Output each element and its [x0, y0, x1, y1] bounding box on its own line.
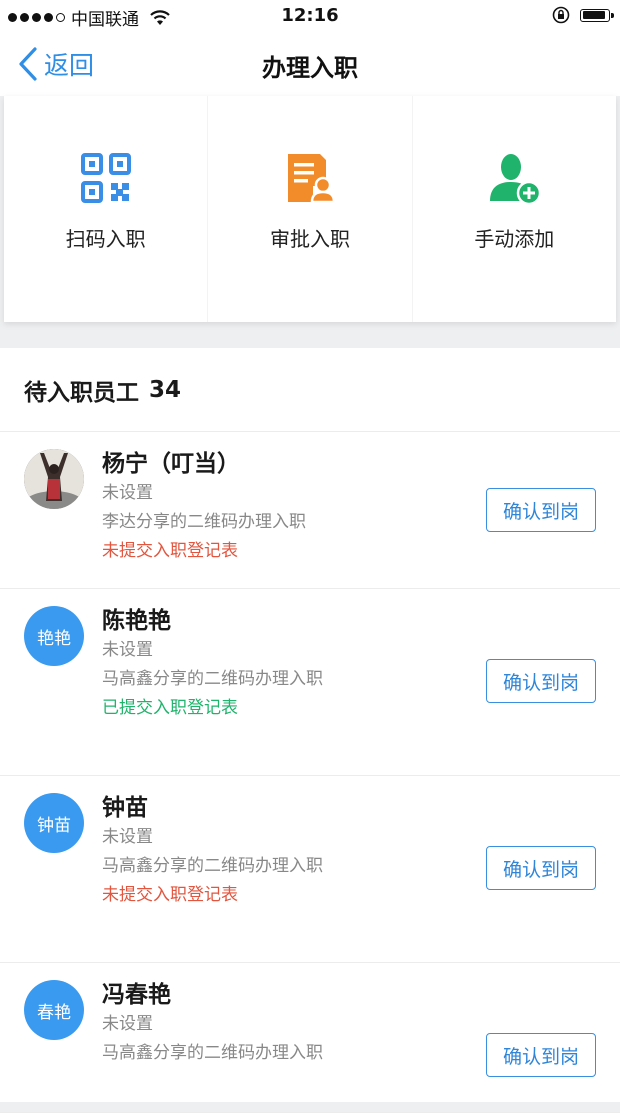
pending-count: 34	[149, 376, 182, 403]
avatar-photo	[24, 449, 84, 509]
manual-add-label: 手动添加	[474, 227, 555, 251]
employee-department: 未设置	[102, 483, 153, 503]
orientation-lock-icon	[552, 6, 570, 24]
employee-source: 李达分享的二维码办理入职	[102, 512, 306, 532]
scan-onboard-label: 扫码入职	[65, 227, 146, 251]
confirm-arrival-button[interactable]: 确认到岗	[486, 846, 596, 890]
list-item[interactable]: 钟苗 钟苗 未设置 马高鑫分享的二维码办理入职 未提交入职登记表 确认到岗	[0, 776, 620, 963]
employee-source: 马高鑫分享的二维码办理入职	[102, 1043, 323, 1063]
battery-icon	[580, 8, 614, 22]
employee-name: 冯春艳	[102, 982, 171, 1008]
navigation-bar: 返回 办理入职	[0, 32, 620, 96]
employee-department: 未设置	[102, 640, 153, 660]
approval-onboard-button[interactable]: 审批入职	[207, 96, 411, 322]
employee-department: 未设置	[102, 827, 153, 847]
employee-info: 钟苗 未设置 马高鑫分享的二维码办理入职 未提交入职登记表	[102, 793, 352, 910]
list-header: 待入职员工 34	[0, 348, 620, 432]
confirm-arrival-button[interactable]: 确认到岗	[486, 488, 596, 532]
list-header-label: 待入职员工	[24, 379, 139, 406]
onboarding-actions: 扫码入职 审批入职 手动添加	[4, 96, 616, 322]
avatar	[24, 449, 84, 509]
avatar: 钟苗	[24, 793, 84, 853]
approval-document-icon	[287, 154, 336, 204]
registration-status: 未提交入职登记表	[102, 541, 238, 561]
pending-employee-list: 待入职员工 34 杨宁（叮当） 未设置 李达分享的二维码办理入职 未提交入职登记…	[0, 348, 620, 1113]
confirm-arrival-button[interactable]: 确认到岗	[486, 1033, 596, 1077]
avatar: 艳艳	[24, 606, 84, 666]
registration-status: 已提交入职登记表	[102, 698, 238, 718]
avatar: 春艳	[24, 980, 84, 1040]
list-item[interactable]: 艳艳 陈艳艳 未设置 马高鑫分享的二维码办理入职 已提交入职登记表 确认到岗	[0, 589, 620, 776]
employee-name: 杨宁（叮当）	[102, 451, 240, 477]
manual-add-button[interactable]: 手动添加	[411, 96, 616, 322]
qr-code-icon	[80, 153, 131, 203]
approval-onboard-label: 审批入职	[269, 227, 350, 251]
status-indicators	[552, 6, 614, 24]
page-title: 办理入职	[262, 54, 358, 82]
list-item[interactable]: 春艳 冯春艳 未设置 马高鑫分享的二维码办理入职 确认到岗	[0, 963, 620, 1113]
status-bar: 中国联通 12:16	[0, 0, 620, 32]
employee-source: 马高鑫分享的二维码办理入职	[102, 669, 323, 689]
registration-status: 未提交入职登记表	[102, 885, 238, 905]
employee-info: 冯春艳 未设置 马高鑫分享的二维码办理入职	[102, 980, 352, 1068]
list-item[interactable]: 杨宁（叮当） 未设置 李达分享的二维码办理入职 未提交入职登记表 确认到岗	[0, 432, 620, 589]
employee-info: 杨宁（叮当） 未设置 李达分享的二维码办理入职 未提交入职登记表	[102, 449, 352, 566]
confirm-arrival-button[interactable]: 确认到岗	[486, 659, 596, 703]
employee-source: 马高鑫分享的二维码办理入职	[102, 856, 323, 876]
clock: 12:16	[281, 5, 339, 26]
employee-name: 陈艳艳	[102, 608, 171, 634]
employee-name: 钟苗	[102, 795, 148, 821]
add-user-icon	[490, 154, 542, 205]
employee-info: 陈艳艳 未设置 马高鑫分享的二维码办理入职 已提交入职登记表	[102, 606, 352, 723]
scan-onboard-button[interactable]: 扫码入职	[4, 96, 207, 322]
employee-department: 未设置	[102, 1014, 153, 1034]
